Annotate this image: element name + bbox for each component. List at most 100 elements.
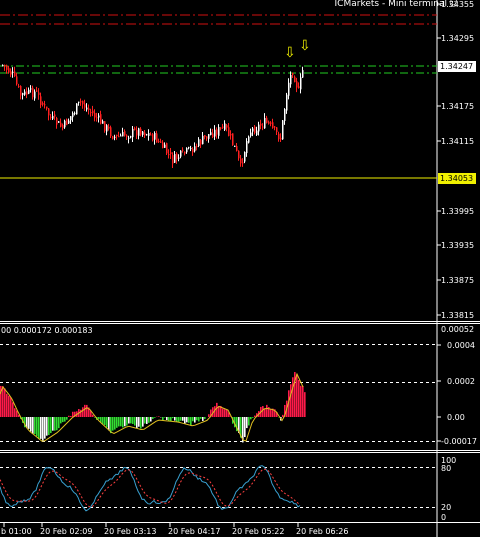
terminal-chart[interactable]: ICMarkets - Mini terminal ☺ ⇩ ⇩ 1.34355 … [0, 0, 480, 537]
candle-body [176, 153, 178, 160]
candle-body [130, 136, 132, 138]
macd-bar [92, 414, 94, 417]
macd-bar [136, 417, 138, 428]
macd-bar [152, 417, 154, 419]
candle-body [110, 127, 112, 136]
macd-bar [270, 409, 272, 417]
macd-bar [146, 417, 148, 424]
candle-body [4, 64, 6, 67]
candle-body [274, 126, 276, 128]
macd-bar [54, 417, 56, 431]
candle-body [154, 132, 156, 140]
down-arrow-icon[interactable]: ⇩ [284, 45, 296, 61]
candle-body [68, 120, 70, 124]
candle-body [186, 148, 188, 153]
macd-bar [178, 417, 180, 422]
macd-bar [130, 417, 132, 424]
candle-body [276, 127, 278, 133]
candle-body [36, 90, 38, 92]
price-axis: 1.34355 1.34295 1.34247 1.34175 1.34115 … [437, 0, 476, 320]
candle-body [302, 70, 304, 78]
candle-body [174, 154, 176, 163]
macd-bar [180, 417, 182, 421]
candle-body [244, 152, 246, 162]
macd-bar [44, 417, 46, 439]
candle-body [148, 133, 150, 136]
candle-body [124, 131, 126, 136]
candle-body [210, 132, 212, 135]
candle-body [76, 103, 78, 115]
candle-body [214, 129, 216, 137]
macd-bar [102, 417, 104, 425]
macd-bar [264, 408, 266, 417]
candle-body [18, 86, 20, 88]
level-lines [0, 14, 437, 508]
candle-body [6, 66, 8, 70]
candle-body [90, 111, 92, 113]
stoch-signal-line [0, 468, 301, 508]
candle-body [296, 81, 298, 88]
macd-bar [58, 417, 60, 429]
candle-body [194, 146, 196, 152]
candle-body [230, 133, 232, 136]
candle-body [294, 76, 296, 83]
macd-bar [30, 417, 32, 432]
candle-body [86, 107, 88, 110]
candle-body [144, 132, 146, 136]
candle-body [58, 121, 60, 123]
candle-body [254, 126, 256, 133]
macd-tick: 0.00 [447, 413, 465, 422]
macd-bar [304, 392, 306, 417]
macd-bar [176, 417, 178, 422]
macd-bar [224, 409, 226, 417]
candle-body [256, 130, 258, 135]
candle-body [202, 135, 204, 145]
candle-body [260, 123, 262, 126]
stoch-tick: 20 [441, 503, 451, 512]
macd-bar [42, 417, 44, 441]
candle-body [34, 91, 36, 99]
candle-body [104, 121, 106, 131]
candle-body [220, 127, 222, 129]
macd-bar [200, 417, 202, 419]
candle-body [122, 132, 124, 137]
macd-bar [72, 411, 74, 417]
macd-bar [144, 417, 146, 424]
candle-body [136, 130, 138, 136]
candle-body [64, 120, 66, 128]
macd-bar [196, 417, 198, 421]
candle-body [2, 64, 4, 66]
candle-body [192, 148, 194, 153]
bid-price-value: 1.34247 [440, 62, 473, 71]
candle-body [236, 146, 238, 151]
macd-bar [60, 417, 62, 424]
macd-bar [124, 417, 126, 427]
candle-body [156, 133, 158, 143]
candle-body [54, 114, 56, 117]
macd-bar [50, 417, 52, 434]
candle-body [280, 137, 282, 140]
macd-bar [246, 417, 248, 429]
candle-body [246, 141, 248, 154]
candle-body [190, 148, 192, 150]
macd-bar [126, 417, 128, 426]
macd-bar [62, 417, 64, 423]
time-axis: b 01:00 20 Feb 02:09 20 Feb 03:13 20 Feb… [1, 523, 348, 536]
candle-body [242, 162, 244, 164]
macd-bar [122, 417, 124, 428]
macd-bar [118, 417, 120, 427]
macd-bar [298, 380, 300, 417]
macd-bar [188, 417, 190, 423]
candle-body [28, 89, 30, 94]
candle-body [52, 115, 54, 119]
candle-body [224, 123, 226, 130]
macd-bar [266, 404, 268, 417]
down-arrow-icon[interactable]: ⇩ [299, 38, 311, 54]
candle-body [184, 151, 186, 154]
macd-bar [132, 417, 134, 424]
macd-bar [154, 417, 156, 418]
candle-body [8, 68, 10, 73]
candle-body [10, 71, 12, 75]
stoch-main-line [0, 465, 301, 512]
macd-bar [56, 417, 58, 431]
